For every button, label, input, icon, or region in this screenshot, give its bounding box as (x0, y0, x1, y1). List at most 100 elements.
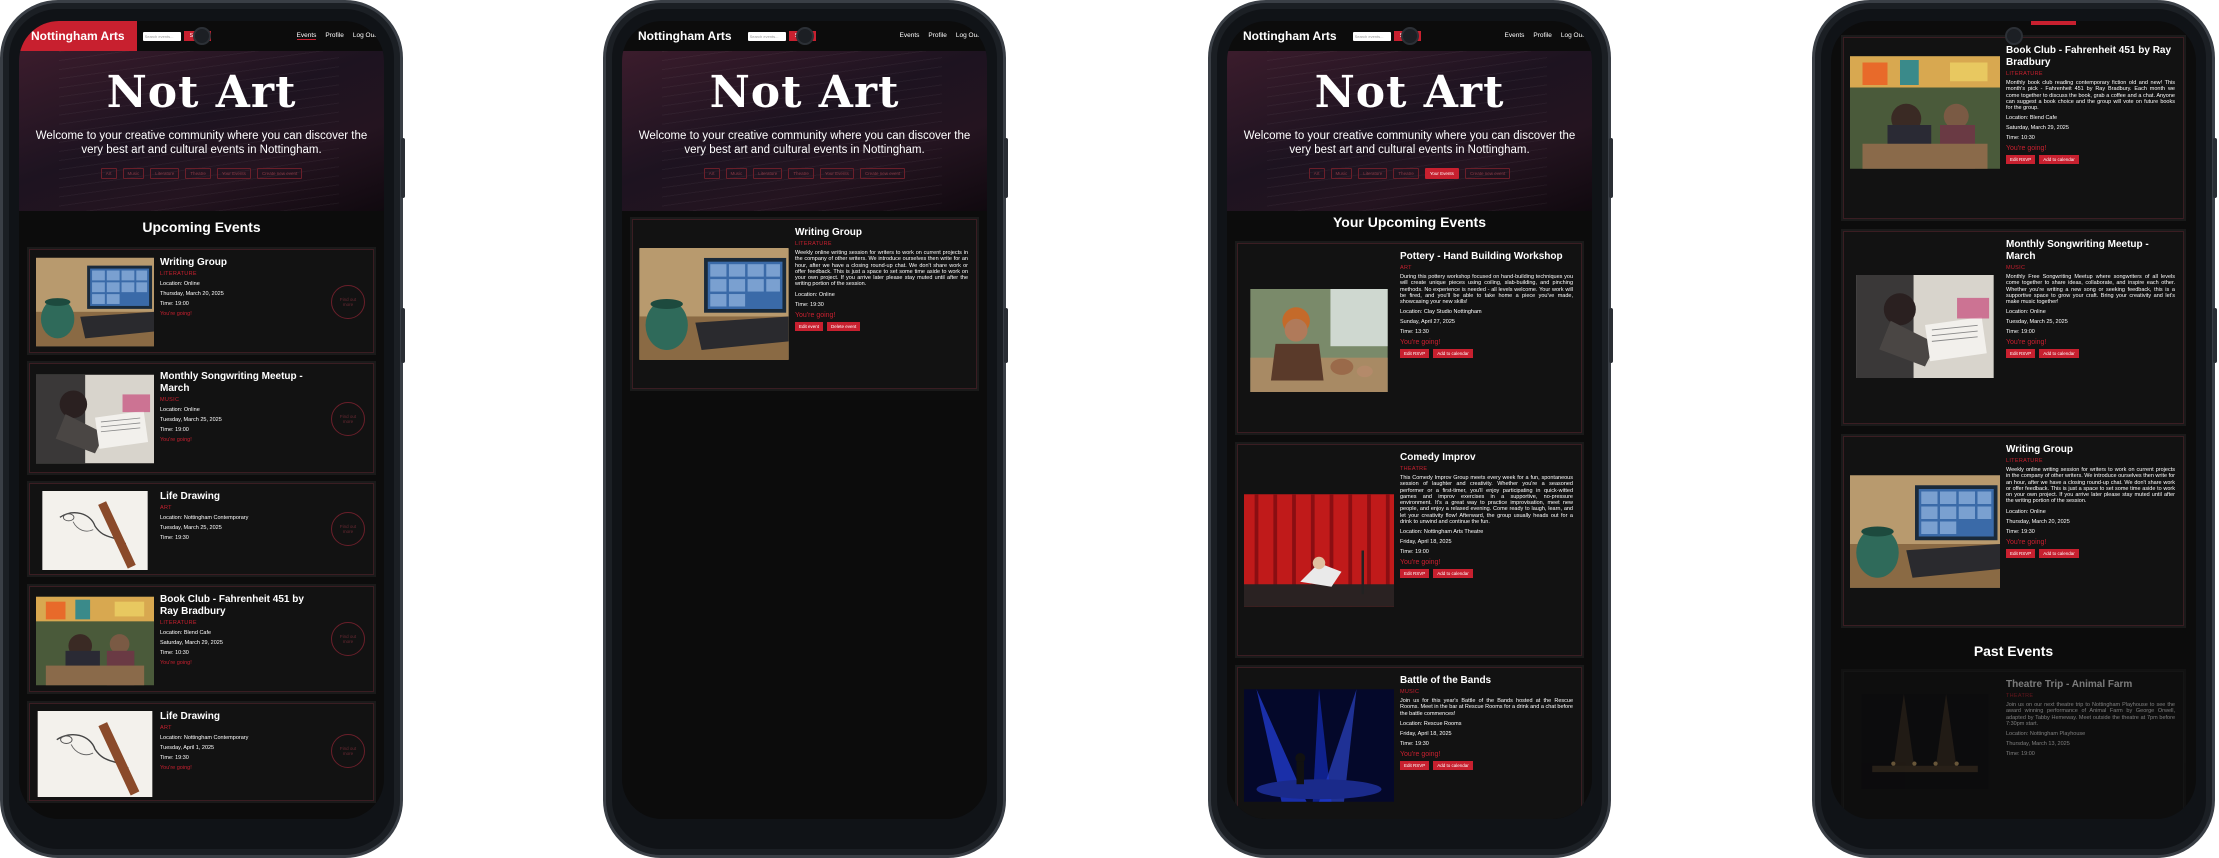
add-to-calendar-button[interactable]: Add to calendar (2039, 155, 2079, 165)
add-to-calendar-button[interactable]: Add to calendar (1433, 760, 1473, 770)
event-card[interactable]: Writing Group LITERATURE Location: Online T… (29, 249, 374, 353)
edit-rsvp-button[interactable]: Edit RSVP (1400, 569, 1430, 579)
filter-bar: Art Music Literature Theatre Your Events Crea… (622, 168, 987, 179)
edit-rsvp-button[interactable]: Edit RSVP (2006, 155, 2036, 165)
filter-theatre[interactable]: Theatre (788, 168, 814, 179)
edit-rsvp-button[interactable]: Edit RSVP (1400, 349, 1430, 359)
add-to-calendar-button[interactable]: Add to calendar (1433, 569, 1473, 579)
event-category: LITERATURE (160, 271, 197, 277)
event-time: Time: 19:00 (2006, 329, 2035, 336)
filter-theatre[interactable]: Theatre (1393, 168, 1419, 179)
going-status: You're going! (2006, 145, 2047, 153)
side-button (1609, 308, 1613, 363)
event-location: Location: Clay Studio Nottingham (1400, 309, 1482, 316)
filter-music[interactable]: Music (1330, 168, 1353, 179)
event-image (1850, 474, 2000, 589)
nav-events[interactable]: Events (1505, 32, 1525, 40)
brand-logo[interactable]: Nottingham Arts (628, 23, 742, 49)
event-time: Time: 19:00 (2006, 751, 2035, 758)
filter-literature[interactable]: Literature (753, 168, 783, 179)
filter-literature[interactable]: Literature (1358, 168, 1388, 179)
event-location: Location: Blend Cafe (2006, 115, 2058, 122)
event-date: Tuesday, March 25, 2025 (160, 417, 222, 423)
find-out-more-button[interactable]: Find out more (331, 402, 365, 436)
search-input[interactable]: Search events... (747, 31, 786, 41)
going-status: You're going! (1400, 559, 1441, 567)
search-input[interactable]: Search events... (142, 31, 181, 41)
phone-frame-4: Book Club - Fahrenheit 451 by Ray Bradbu… (1812, 0, 2217, 858)
event-card[interactable]: Monthly Songwriting Meetup - March MUSIC L… (29, 363, 374, 473)
edit-rsvp-button[interactable]: Edit RSVP (2006, 349, 2036, 359)
filter-music[interactable]: Music (122, 168, 145, 179)
filter-your-events[interactable]: Your Events (819, 168, 854, 179)
nav-logout[interactable]: Log Out (353, 32, 376, 40)
create-event-button[interactable]: Create new event (256, 168, 303, 179)
find-out-more-button[interactable]: Find out more (331, 734, 365, 768)
event-time: Time: 10:30 (160, 650, 189, 656)
nav-logout[interactable]: Log Out (956, 32, 979, 40)
event-description: Monthly Free Songwriting Meetup where so… (2006, 274, 2175, 306)
add-to-calendar-button[interactable]: Add to calendar (1433, 349, 1473, 359)
filter-art[interactable]: Art (100, 168, 117, 179)
filter-your-events[interactable]: Your Events (216, 168, 251, 179)
filter-art[interactable]: Art (703, 168, 720, 179)
nav-profile[interactable]: Profile (928, 32, 946, 40)
event-title: Writing Group (795, 227, 863, 238)
filter-music[interactable]: Music (725, 168, 748, 179)
event-time: Time: 13:30 (1400, 329, 1429, 336)
event-card[interactable]: Book Club - Fahrenheit 451 by Ray Bradbu… (29, 586, 374, 692)
event-card: Book Club - Fahrenheit 451 by Ray Bradbu… (1843, 37, 2184, 219)
side-button (2213, 308, 2217, 363)
event-title: Writing Group (160, 257, 228, 268)
event-category: LITERATURE (795, 241, 832, 247)
nav-profile[interactable]: Profile (1533, 32, 1551, 40)
edit-rsvp-button[interactable]: Edit RSVP (1400, 760, 1430, 770)
filter-literature[interactable]: Literature (150, 168, 180, 179)
phone-frame-1: Nottingham Arts Search events... Search … (0, 0, 405, 858)
event-category: ART (160, 725, 172, 731)
side-button (401, 308, 405, 363)
filter-theatre[interactable]: Theatre (185, 168, 211, 179)
filter-your-events[interactable]: Your Events (1424, 168, 1459, 179)
nav-events[interactable]: Events (900, 32, 920, 40)
event-image (639, 248, 789, 360)
search-input[interactable]: Search events... (1352, 31, 1391, 41)
find-out-more-button[interactable]: Find out more (331, 512, 365, 546)
nav-logout[interactable]: Log Out (1561, 32, 1584, 40)
edit-event-button[interactable]: Edit event (795, 321, 824, 331)
filter-art[interactable]: Art (1308, 168, 1325, 179)
event-title: Monthly Songwriting Meetup - March (160, 371, 303, 394)
find-out-more-button[interactable]: Find out more (331, 285, 365, 319)
hero-subtitle: Welcome to your creative community where… (638, 130, 971, 156)
event-image (1244, 688, 1394, 803)
nav-events[interactable]: Events (296, 32, 317, 40)
event-card[interactable]: Life Drawing ART Location: Nottingham Cont… (29, 703, 374, 801)
event-date: Friday, April 18, 2025 (1400, 730, 1452, 737)
event-image (36, 257, 154, 347)
nav-profile[interactable]: Profile (325, 32, 343, 40)
past-events-title: Past Events (1973, 643, 2054, 659)
brand-logo[interactable]: Nottingham Arts (1233, 23, 1347, 49)
event-date: Tuesday, March 25, 2025 (2006, 319, 2068, 326)
event-description: Monthly book club reading contemporary f… (2006, 80, 2175, 112)
event-location: Location: Online (795, 291, 835, 298)
add-to-calendar-button[interactable]: Add to calendar (2039, 548, 2079, 558)
delete-event-button[interactable]: Delete event (827, 321, 861, 331)
create-event-button[interactable]: Create new event (1464, 168, 1511, 179)
event-title: Battle of the Bands (1400, 675, 1492, 686)
event-date: Saturday, March 29, 2025 (160, 640, 223, 646)
phone-frame-2: Nottingham Arts Search events... Search … (603, 0, 1008, 858)
add-to-calendar-button[interactable]: Add to calendar (2039, 349, 2079, 359)
event-image (1850, 275, 2000, 378)
brand-logo[interactable]: Nottingham Arts (19, 21, 137, 51)
edit-rsvp-button[interactable]: Edit RSVP (2006, 548, 2036, 558)
create-event-button[interactable]: Create new event (859, 168, 906, 179)
going-status: You're going! (1400, 339, 1441, 347)
going-status: You're going! (795, 311, 836, 319)
going-status: You're going! (2006, 538, 2047, 546)
find-out-more-button[interactable]: Find out more (331, 622, 365, 656)
event-category: ART (160, 505, 172, 511)
side-button (1004, 308, 1008, 363)
event-location: Location: Online (160, 407, 200, 413)
event-card[interactable]: Life Drawing ART Location: Nottingham Cont… (29, 483, 374, 575)
